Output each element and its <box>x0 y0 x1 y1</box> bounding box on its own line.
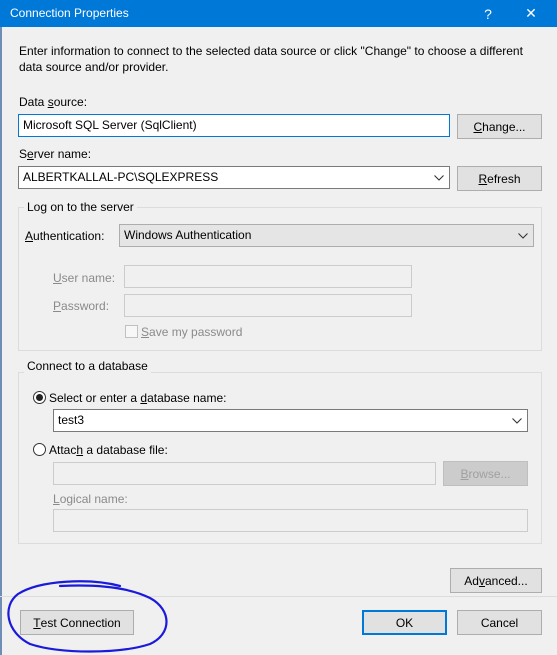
logical-name-label: Logical name: <box>53 492 128 506</box>
save-password-checkbox <box>125 325 138 338</box>
window-edge <box>0 27 2 655</box>
authentication-combo[interactable]: Windows Authentication <box>119 224 534 247</box>
window-title: Connection Properties <box>10 6 129 20</box>
close-icon: ✕ <box>525 5 537 21</box>
logical-name-field <box>53 509 528 532</box>
password-label: Password: <box>53 299 110 313</box>
attach-database-label: Attach a database file: <box>49 443 168 457</box>
close-button[interactable]: ✕ <box>511 0 551 27</box>
ok-button[interactable]: OK <box>362 610 447 635</box>
user-name-label: User name: <box>53 271 116 285</box>
server-name-value: ALBERTKALLAL-PC\SQLEXPRESS <box>23 170 219 184</box>
database-name-value: test3 <box>58 413 85 427</box>
refresh-button[interactable]: Refresh <box>457 166 542 191</box>
advanced-button[interactable]: Ad v anced... <box>450 568 542 593</box>
data-source-label: Data source: <box>19 95 88 109</box>
password-field <box>124 294 412 317</box>
log-on-title: Log on to the server <box>24 200 137 214</box>
select-database-radio[interactable] <box>33 391 46 404</box>
help-button[interactable]: ? <box>468 0 508 27</box>
data-source-value: Microsoft SQL Server (SqlClient) <box>23 118 197 132</box>
cancel-button[interactable]: Cancel <box>457 610 542 635</box>
save-password-label: Save my password <box>141 325 243 339</box>
intro-text: Enter information to connect to the sele… <box>19 44 523 74</box>
chevron-down-icon[interactable] <box>510 410 524 431</box>
authentication-value: Windows Authentication <box>124 228 252 242</box>
attach-database-radio[interactable] <box>33 443 46 456</box>
chevron-down-icon[interactable] <box>516 225 530 246</box>
change-button[interactable]: Change... <box>457 114 542 139</box>
select-database-label: Select or enter a database name: <box>49 391 227 405</box>
help-icon: ? <box>484 5 492 22</box>
database-title: Connect to a database <box>24 359 151 373</box>
authentication-label: Authentication: <box>25 229 105 243</box>
attach-file-field <box>53 462 436 485</box>
server-name-combo[interactable]: ALBERTKALLAL-PC\SQLEXPRESS <box>18 166 450 189</box>
server-name-label: Server name: <box>19 147 92 161</box>
user-name-field <box>124 265 412 288</box>
annotation-circle <box>7 580 168 653</box>
chevron-down-icon[interactable] <box>432 167 446 188</box>
browse-button: Browse... <box>443 461 528 486</box>
title-bar: Connection Properties ? ✕ <box>0 0 557 27</box>
data-source-field[interactable]: Microsoft SQL Server (SqlClient) <box>18 114 450 137</box>
database-name-combo[interactable]: test3 <box>53 409 528 432</box>
